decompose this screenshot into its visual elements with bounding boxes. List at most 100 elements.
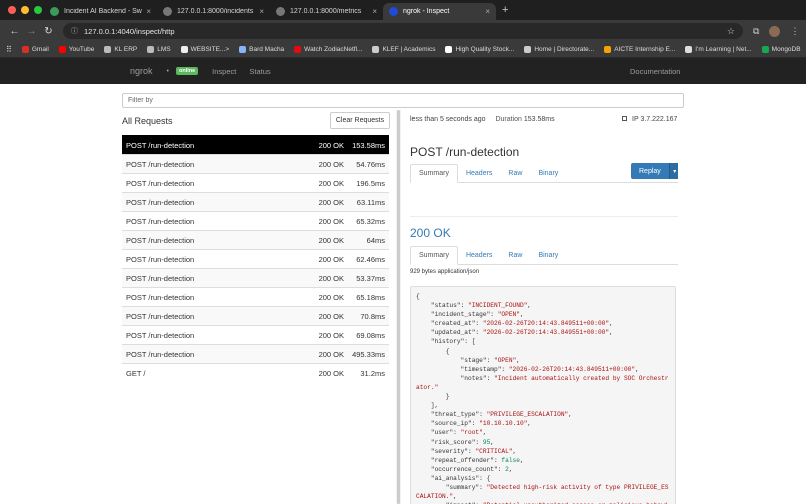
site-info-icon[interactable]: ⓘ <box>71 26 78 36</box>
browser-tab-bar: Incident AI Backend - Swagg×127.0.0.1:80… <box>0 0 806 121</box>
table-row[interactable]: GET / 200 OK 31.2ms <box>122 363 389 382</box>
code-line: { <box>416 347 670 356</box>
ngrok-brand[interactable]: ngrok <box>130 66 153 76</box>
browser-tab[interactable]: 127.0.0.1:8000/incidents × <box>157 3 270 20</box>
bookmark-item[interactable]: WEBSITE...> <box>180 46 229 53</box>
request-meta: less than 5 seconds ago Duration 153.58m… <box>410 116 555 123</box>
forward-arrow-icon[interactable]: → <box>23 26 40 37</box>
nav-documentation[interactable]: Documentation <box>630 67 680 76</box>
tab-headers[interactable]: Headers <box>458 164 500 183</box>
bookmark-item[interactable]: KL ERP <box>104 46 137 53</box>
bookmark-item[interactable]: Watch ZodiacNetfl... <box>294 46 362 53</box>
request-duration: 31.2ms <box>360 368 385 378</box>
table-row[interactable]: POST /run-detection 200 OK 62.46ms <box>122 249 389 268</box>
code-token: user <box>434 429 450 437</box>
table-row[interactable]: POST /run-detection 200 OK 153.58ms <box>122 135 389 154</box>
request-status: 200 OK <box>318 235 344 245</box>
code-token: repeat_offender <box>434 456 491 464</box>
close-window-button[interactable] <box>8 6 16 14</box>
table-row[interactable]: POST /run-detection 200 OK 69.08ms <box>122 325 389 344</box>
code-token: status <box>434 302 457 310</box>
bookmark-list: Gmail YouTube KL ERP LMS WEBSITE...> Bard Mac… <box>21 46 806 53</box>
tab-title: 127.0.0.1:8000/incidents <box>177 8 254 15</box>
bookmark-item[interactable]: High Quality Stock... <box>445 46 514 53</box>
extensions-icon[interactable]: ⧉ <box>753 26 759 37</box>
clear-requests-button[interactable]: Clear Requests <box>330 112 390 129</box>
table-row[interactable]: POST /run-detection 200 OK 196.5ms <box>122 173 389 192</box>
request-status: 200 OK <box>318 140 344 150</box>
browser-tab[interactable]: 127.0.0.1:8000/metrics × <box>270 3 383 20</box>
request-duration: 65.32ms <box>356 216 385 226</box>
code-token: , <box>527 420 532 428</box>
back-arrow-icon[interactable]: ← <box>6 26 23 37</box>
replay-dropdown-caret-icon[interactable]: ▾ <box>668 163 678 179</box>
code-token: "Incident automatically created by SOC O… <box>494 374 669 382</box>
bookmark-star-icon[interactable]: ☆ <box>727 26 735 37</box>
tab-raw[interactable]: Raw <box>500 164 530 183</box>
request-status: 200 OK <box>318 254 344 264</box>
tab-summary[interactable]: Summary <box>410 164 458 183</box>
address-bar[interactable]: ⓘ 127.0.0.1:4040/inspect/http ☆ <box>63 23 743 39</box>
replay-button[interactable]: Replay <box>631 163 669 179</box>
code-token: updated_at <box>434 329 472 337</box>
browser-tab[interactable]: Incident AI Backend - Swagg × <box>44 3 157 20</box>
bookmark-item[interactable]: AICTE Internship E... <box>604 46 675 53</box>
bookmark-item[interactable]: MongoDB <box>761 46 801 53</box>
tab-binary[interactable]: Binary <box>530 164 566 183</box>
code-token: , <box>516 356 520 364</box>
code-line: "ai_analysis": { <box>416 474 670 483</box>
tab-binary[interactable]: Binary <box>530 246 566 265</box>
request-detail-panel: less than 5 seconds ago Duration 153.58m… <box>410 112 678 504</box>
detail-scrollbar[interactable] <box>396 110 401 504</box>
bookmark-item[interactable]: Home | Directorate... <box>524 46 594 53</box>
new-tab-icon[interactable]: + <box>502 4 508 16</box>
nav-status[interactable]: Status <box>249 67 270 76</box>
copy-icon[interactable] <box>622 116 627 121</box>
code-line: ator." <box>416 383 670 392</box>
apps-grid-icon[interactable]: ⠿ <box>6 45 12 54</box>
tab-headers[interactable]: Headers <box>458 246 500 265</box>
tab-raw[interactable]: Raw <box>500 246 530 265</box>
bookmark-item[interactable]: Bard Macha <box>239 46 284 53</box>
table-row[interactable]: POST /run-detection 200 OK 65.18ms <box>122 287 389 306</box>
menu-kebab-icon[interactable]: ⋮ <box>790 26 799 37</box>
request-duration: 495.33ms <box>352 349 385 359</box>
table-row[interactable]: POST /run-detection 200 OK 70.8ms <box>122 306 389 325</box>
code-token: , <box>453 493 457 501</box>
code-line: ], <box>416 401 670 410</box>
table-row[interactable]: POST /run-detection 200 OK 54.76ms <box>122 154 389 173</box>
request-title: POST /run-detection <box>410 145 520 159</box>
minimize-window-button[interactable] <box>21 6 29 14</box>
code-token: ": <box>494 465 506 473</box>
code-token: ": <box>482 356 494 364</box>
code-token: "PRIVILEGE_ESCALATION" <box>486 411 569 419</box>
reload-icon[interactable]: ↻ <box>40 26 57 37</box>
profile-avatar[interactable] <box>769 25 781 37</box>
close-tab-icon[interactable]: × <box>372 7 377 16</box>
table-row[interactable]: POST /run-detection 200 OK 63.11ms <box>122 192 389 211</box>
bookmark-item[interactable]: I'm Learning | Net... <box>685 46 752 53</box>
close-tab-icon[interactable]: × <box>485 7 490 16</box>
code-token: CALATION." <box>416 493 454 501</box>
code-token: "CRITICAL" <box>475 447 513 455</box>
scrollbar-thumb[interactable] <box>397 110 400 504</box>
bookmark-item[interactable]: LMS <box>147 46 171 53</box>
tab-summary[interactable]: Summary <box>410 246 458 265</box>
filter-input[interactable] <box>122 93 684 108</box>
bookmark-item[interactable]: KLEF | Academics <box>372 46 435 53</box>
table-row[interactable]: POST /run-detection 200 OK 65.32ms <box>122 211 389 230</box>
nav-inspect[interactable]: Inspect <box>212 67 236 76</box>
close-tab-icon[interactable]: × <box>146 7 151 16</box>
code-token: stage <box>464 356 483 364</box>
bookmark-item[interactable]: Gmail <box>21 46 49 53</box>
table-row[interactable]: POST /run-detection 200 OK 53.37ms <box>122 268 389 287</box>
code-line: "occurrence_count": 2, <box>416 465 670 474</box>
table-row[interactable]: POST /run-detection 200 OK 495.33ms <box>122 344 389 363</box>
close-tab-icon[interactable]: × <box>259 7 264 16</box>
code-token: summary <box>449 483 476 491</box>
browser-tab[interactable]: ngrok - Inspect × <box>383 3 496 20</box>
table-row[interactable]: POST /run-detection 200 OK 64ms <box>122 230 389 249</box>
maximize-window-button[interactable] <box>34 6 42 14</box>
request-time: less than 5 seconds ago <box>410 116 486 123</box>
bookmark-item[interactable]: YouTube <box>58 46 94 53</box>
